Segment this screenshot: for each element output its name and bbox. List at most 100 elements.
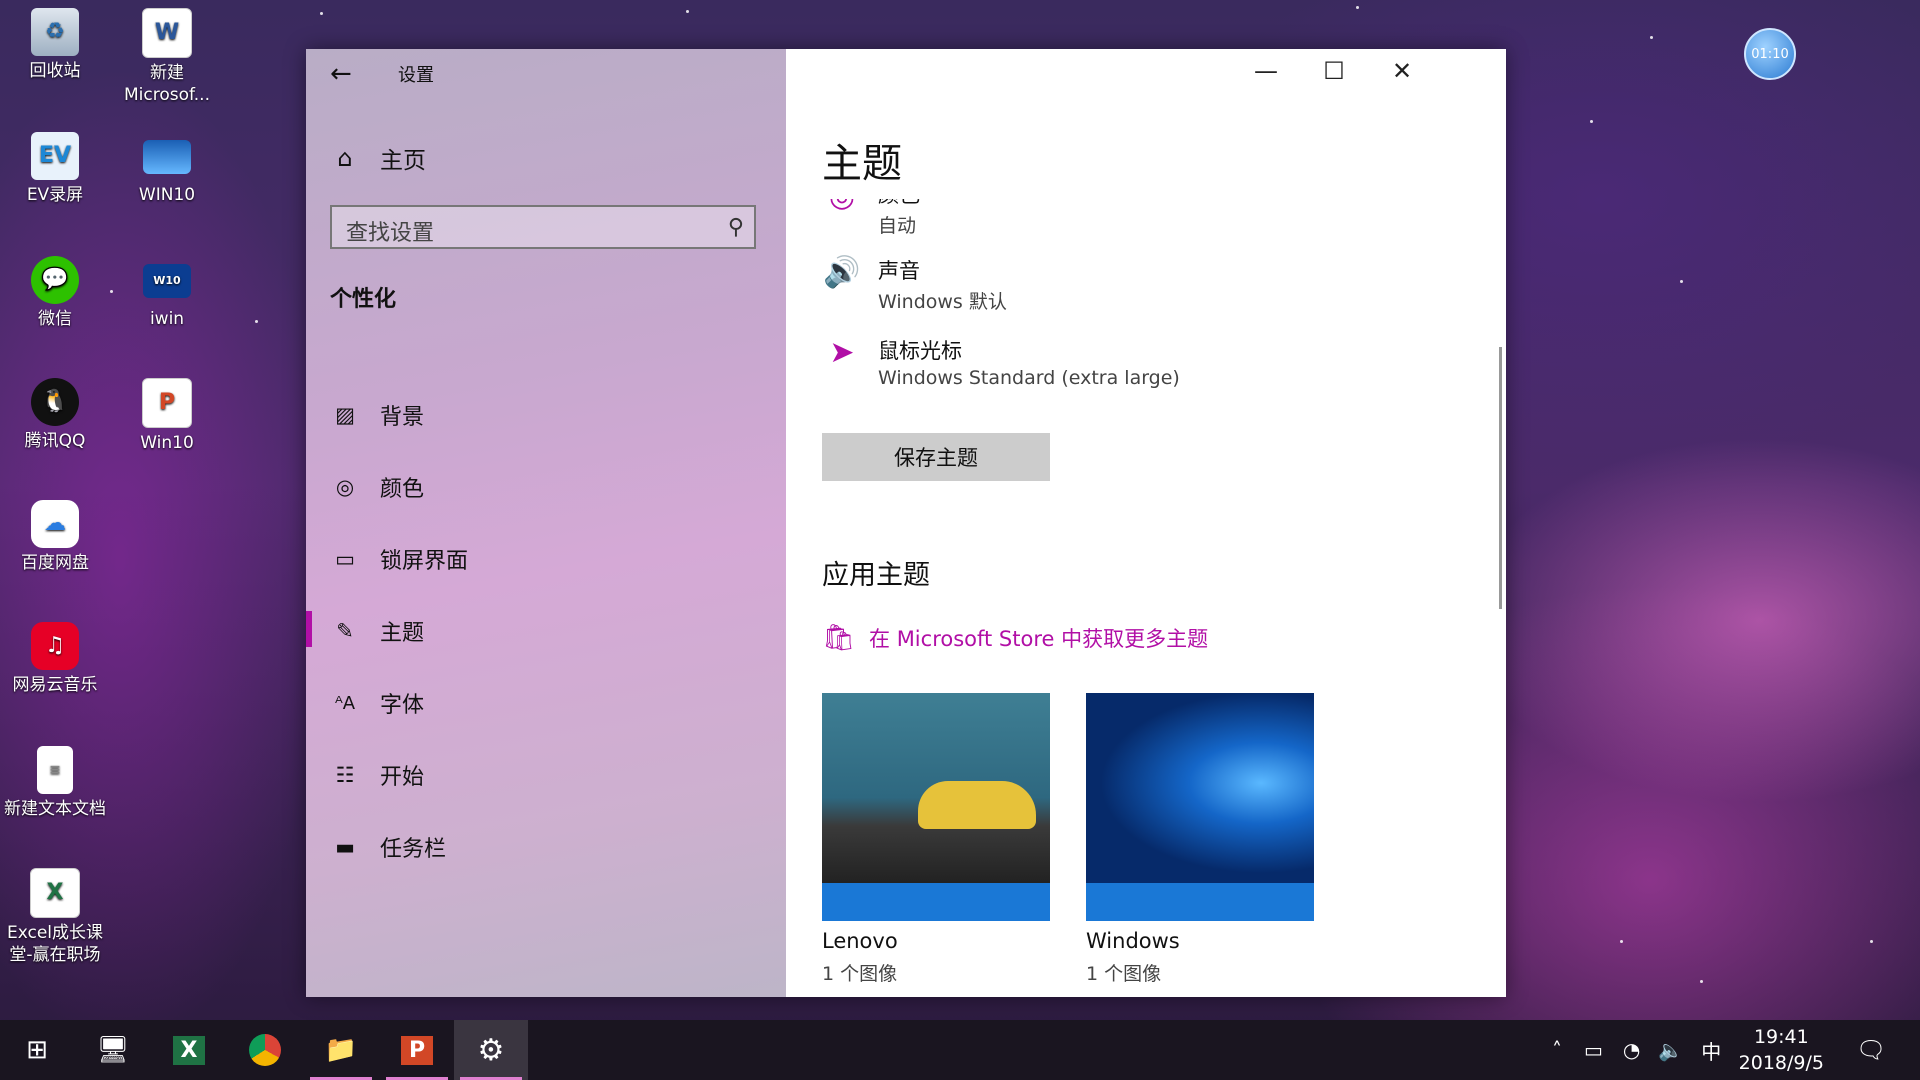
- theme-color-bar: [822, 883, 1050, 921]
- ev-recorder-icon: EV: [31, 132, 79, 180]
- taskbar-app-excel[interactable]: X: [152, 1020, 226, 1080]
- desktop-icon-win10-image[interactable]: WIN10: [112, 132, 222, 206]
- clock-time: 19:41: [1753, 1026, 1809, 1048]
- setting-row-mouse-cursor[interactable]: ➤ 鼠标光标 Windows Standard (extra large): [822, 335, 1180, 389]
- desktop-icon-baidu-netdisk[interactable]: ☁ 百度网盘: [0, 500, 110, 574]
- speaker-icon: 🔊: [823, 255, 861, 290]
- star: [1870, 940, 1873, 943]
- close-button[interactable]: ✕: [1368, 49, 1436, 95]
- volume-icon[interactable]: 🔈: [1658, 1038, 1683, 1062]
- nav-home-label: 主页: [380, 148, 426, 174]
- sidebar-item-label: 颜色: [380, 477, 425, 502]
- theme-tile-lenovo[interactable]: [822, 693, 1050, 921]
- desktop-icon-text-doc[interactable]: ≡ 新建文本文档: [0, 746, 110, 820]
- store-link[interactable]: 🛍 在 Microsoft Store 中获取更多主题: [822, 623, 1208, 653]
- scrollbar[interactable]: [1499, 347, 1502, 609]
- nav-home[interactable]: ⌂ 主页: [330, 141, 426, 175]
- desktop-icon-recycle-bin[interactable]: ♻ 回收站: [0, 8, 110, 82]
- desktop-icon-excel[interactable]: X Excel成长课 堂-赢在职场: [0, 868, 110, 966]
- setting-value: Windows 默认: [878, 291, 1007, 313]
- chrome-icon: [249, 1034, 281, 1066]
- minimize-button[interactable]: —: [1232, 49, 1300, 95]
- settings-window: ← 设置 ⌂ 主页 查找设置 ⚲ 个性化 ▨ 背景 ◎ 颜色 ▭ 锁屏界面 ✎ …: [306, 49, 1506, 997]
- netease-music-icon: ♫: [31, 622, 79, 670]
- recording-timer-badge[interactable]: 01:10: [1744, 28, 1796, 80]
- taskbar: ⊞ 🖥 X 📁 P ⚙ ˄ ▭ ◔ 🔈 中 19:41 2018/9/5 🗨: [0, 1020, 1920, 1080]
- sidebar-item-background[interactable]: ▨ 背景: [330, 395, 424, 435]
- taskbar-icon: ▬: [335, 835, 355, 859]
- wifi-icon[interactable]: ◔: [1623, 1038, 1640, 1062]
- theme-tile-windows[interactable]: [1086, 693, 1314, 921]
- themes-brush-icon: ✎: [336, 619, 354, 643]
- setting-value: Windows Standard (extra large): [878, 367, 1180, 389]
- desktop-icon-label: EV录屏: [26, 185, 84, 205]
- sidebar-item-label: 开始: [380, 765, 425, 790]
- sidebar-item-colors[interactable]: ◎ 颜色: [330, 467, 424, 507]
- excel-icon: X: [172, 1035, 206, 1065]
- desktop-icon-label: 回收站: [29, 61, 81, 81]
- desktop-icon-netease-music[interactable]: ♫ 网易云音乐: [0, 622, 110, 696]
- powerpoint-icon: P: [400, 1035, 434, 1065]
- iwin-icon: W10: [143, 264, 191, 298]
- settings-content-pane: — ☐ ✕ 主题 ◎ 颜色 自动 🔊 声音 Windows 默认 ➤ 鼠标光标 …: [786, 49, 1506, 997]
- sidebar-item-label: 任务栏: [380, 837, 447, 862]
- desktop-icon-label: Excel成长课 堂-赢在职场: [6, 923, 104, 965]
- sidebar-item-themes[interactable]: ✎ 主题: [330, 611, 424, 651]
- taskbar-app-desktop[interactable]: 🖥: [76, 1020, 150, 1080]
- folder-icon: 📁: [324, 1035, 358, 1065]
- clock-date: 2018/9/5: [1738, 1052, 1824, 1074]
- back-arrow-icon[interactable]: ←: [330, 59, 352, 89]
- action-center-button[interactable]: 🗨: [1856, 1020, 1886, 1080]
- desktop-icon-label: 腾讯QQ: [24, 431, 86, 451]
- settings-nav-pane: ← 设置 ⌂ 主页 查找设置 ⚲ 个性化 ▨ 背景 ◎ 颜色 ▭ 锁屏界面 ✎ …: [306, 49, 786, 997]
- setting-row-sound[interactable]: 🔊 声音 Windows 默认: [822, 255, 1007, 314]
- star: [1590, 120, 1593, 123]
- star: [1356, 6, 1359, 9]
- desktop-icon-word-doc[interactable]: W 新建 Microsof...: [112, 8, 222, 106]
- section-heading: 个性化: [330, 287, 397, 312]
- search-input[interactable]: 查找设置 ⚲: [330, 205, 756, 249]
- excel-icon: X: [30, 868, 80, 918]
- sidebar-item-fonts[interactable]: ᴬA 字体: [330, 683, 424, 723]
- desktop-icon-qq[interactable]: 🐧 腾讯QQ: [0, 378, 110, 452]
- sidebar-item-start[interactable]: ☷ 开始: [330, 755, 424, 795]
- gear-icon: ⚙: [477, 1032, 505, 1068]
- desktop-icon-label: 微信: [38, 309, 72, 329]
- start-menu-icon: ☷: [335, 763, 355, 787]
- store-bag-icon: 🛍: [822, 623, 856, 653]
- lock-screen-icon: ▭: [335, 547, 355, 571]
- chevron-up-icon[interactable]: ˄: [1552, 1038, 1562, 1062]
- taskbar-app-powerpoint[interactable]: P: [380, 1020, 454, 1080]
- maximize-button[interactable]: ☐: [1300, 49, 1368, 95]
- word-doc-icon: W: [142, 8, 192, 58]
- desktop-icon-ev-recorder[interactable]: EV EV录屏: [0, 132, 110, 206]
- taskbar-app-settings[interactable]: ⚙: [454, 1020, 528, 1080]
- star: [1650, 36, 1653, 39]
- win10-image-icon: [143, 140, 191, 174]
- star: [1620, 940, 1623, 943]
- notification-icon: 🗨: [1856, 1036, 1887, 1064]
- star: [1700, 980, 1703, 983]
- clock[interactable]: 19:41 2018/9/5: [1739, 1024, 1824, 1076]
- ime-indicator[interactable]: 中: [1701, 1036, 1721, 1065]
- taskbar-app-chrome[interactable]: [228, 1020, 302, 1080]
- start-button[interactable]: ⊞: [0, 1020, 74, 1080]
- system-tray: ˄ ▭ ◔ 🔈 中: [1552, 1020, 1721, 1080]
- star: [1680, 280, 1683, 283]
- monitor-icon: 🖥: [96, 1035, 130, 1065]
- desktop-icon-iwin[interactable]: W10 iwin: [112, 256, 222, 330]
- sidebar-item-taskbar[interactable]: ▬ 任务栏: [330, 827, 446, 867]
- apply-theme-heading: 应用主题: [822, 560, 930, 591]
- star: [686, 10, 689, 13]
- save-theme-button[interactable]: 保存主题: [822, 433, 1050, 481]
- battery-icon[interactable]: ▭: [1584, 1038, 1603, 1062]
- desktop-icon-ppt[interactable]: P Win10: [112, 378, 222, 454]
- taskbar-app-file-explorer[interactable]: 📁: [304, 1020, 378, 1080]
- desktop-icon-wechat[interactable]: 💬 微信: [0, 256, 110, 330]
- sidebar-item-lock-screen[interactable]: ▭ 锁屏界面: [330, 539, 468, 579]
- star: [255, 320, 258, 323]
- windows-logo-icon: ⊞: [26, 1035, 48, 1065]
- sidebar-item-label: 背景: [380, 405, 425, 430]
- text-document-icon: ≡: [37, 746, 73, 794]
- yellow-car-shape: [918, 781, 1036, 829]
